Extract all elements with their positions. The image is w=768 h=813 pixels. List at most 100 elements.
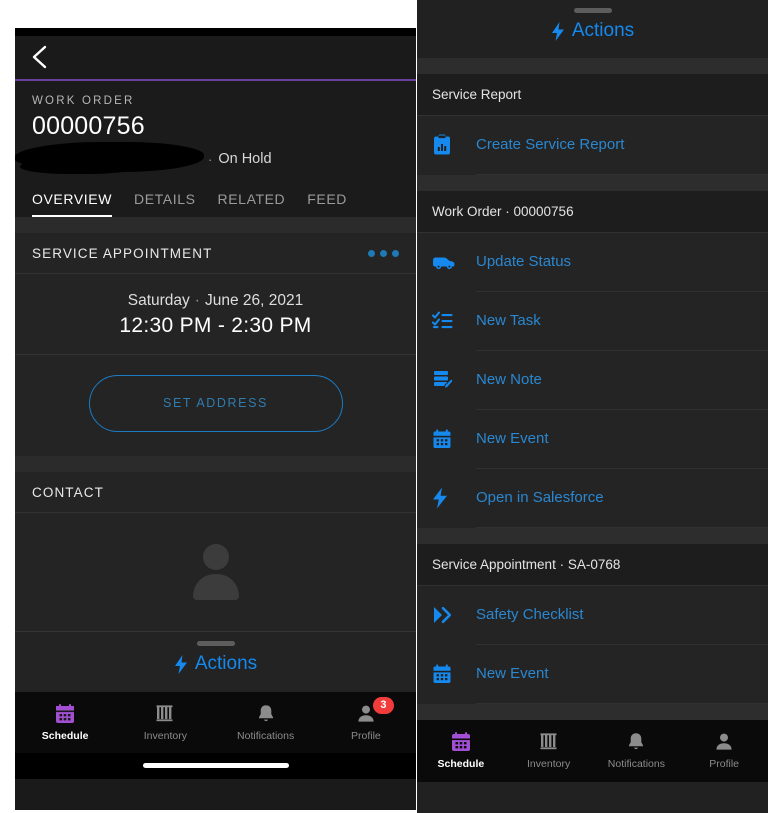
status-badge: On Hold [218,151,272,167]
section-gap [15,217,416,233]
appointment-date-separator: · [194,292,200,309]
tab-related[interactable]: RELATED [218,178,286,217]
action-row-update-status[interactable]: Update Status [417,232,768,292]
home-indicator[interactable] [142,763,289,768]
action-label: Update Status [476,232,768,292]
action-row-create-service-report[interactable]: Create Service Report [417,115,768,175]
clipboard-chart-icon [432,134,462,156]
calendar-icon [15,701,115,727]
calendar-icon [432,663,462,685]
tab-overview[interactable]: OVERVIEW [32,178,113,217]
contact-card: CONTACT [15,472,416,631]
bell-icon [216,701,316,727]
inventory-icon [505,729,593,755]
contact-card-header: CONTACT [15,472,416,513]
checklist-icon [432,311,462,331]
tab-profile[interactable]: 3 Profile [316,696,416,742]
tab-profile-label: Profile [350,729,381,742]
record-tabs: OVERVIEW DETAILS RELATED FEED [15,178,416,217]
double-chevron-right-icon [432,606,462,624]
action-row-new-task[interactable]: New Task [417,291,768,351]
bell-icon [593,729,681,755]
record-separator: · [208,151,213,167]
section-gap-bottom [417,703,768,720]
action-label: New Event [476,409,768,469]
lightning-bolt-icon [432,487,462,509]
action-label: Safety Checklist [476,585,768,645]
action-label: Create Service Report [476,115,768,175]
appointment-date-line: Saturday · June 26, 2021 [15,292,416,310]
person-placeholder-icon [188,544,244,600]
redaction-blob [15,142,204,174]
action-row-safety-checklist[interactable]: Safety Checklist [417,585,768,645]
tab-profile-label: Profile [709,757,739,770]
chevron-left-icon[interactable] [29,44,49,70]
bottom-tab-bar: Schedule Inventory [417,719,768,782]
calendar-icon [432,428,462,450]
appointment-date: June 26, 2021 [204,292,304,309]
navigation-bar [15,36,416,79]
service-appointment-card: SERVICE APPOINTMENT Saturday · June 26, 20… [15,233,416,456]
tab-notifications-label: Notifications [237,729,295,742]
lightning-bolt-icon [551,21,565,41]
tab-inventory-label: Inventory [143,729,187,742]
tab-inventory[interactable]: Inventory [505,729,593,770]
lightning-bolt-icon [174,654,188,674]
actions-title: Actions [571,20,635,41]
action-label: New Event [476,644,768,704]
tab-feed[interactable]: FEED [307,178,347,217]
service-appointment-card-header: SERVICE APPOINTMENT [15,233,416,274]
appointment-day: Saturday [127,292,190,309]
tab-notifications[interactable]: Notifications [593,729,681,770]
person-icon [316,701,416,727]
actions-title-group: Actions [551,20,634,42]
record-type-label: WORK ORDER [32,95,135,107]
tab-notifications[interactable]: Notifications [216,701,316,742]
action-row-new-event[interactable]: New Event [417,409,768,469]
record-number: 00000756 [32,112,145,140]
inventory-icon [115,701,215,727]
action-row-open-in-salesforce[interactable]: Open in Salesforce [417,468,768,528]
set-address-button[interactable]: SET ADDRESS [88,375,343,432]
action-label: New Task [476,291,768,351]
action-row-new-event-appointment[interactable]: New Event [417,644,768,704]
actions-sheet-header: Actions [417,0,768,58]
sheet-grabber[interactable] [196,641,235,646]
tab-inventory[interactable]: Inventory [115,701,215,742]
actions-label-group[interactable]: Actions [174,653,257,675]
sheet-grabber[interactable] [573,8,612,13]
contact-card-title: CONTACT [32,485,104,500]
work-order-detail-screen: WORK ORDER 00000756 · On Hold OVERVIEW D… [15,28,416,810]
tab-schedule[interactable]: Schedule [15,701,115,742]
tab-profile[interactable]: Profile [680,729,768,770]
section-header-service-appointment: Service Appointment · SA-0768 [417,543,768,586]
section-gap-top [417,57,768,74]
section-gap-2 [15,456,416,472]
profile-badge: 3 [372,696,394,714]
action-label: Open in Salesforce [476,468,768,528]
actions-sheet-handle[interactable]: Actions [15,631,416,692]
status-bar [15,28,416,36]
action-row-new-note[interactable]: New Note [417,350,768,410]
record-subline: · On Hold [15,142,399,174]
calendar-icon [417,729,505,755]
more-horizontal-icon[interactable] [368,250,399,257]
actions-sheet-screen: Actions Service Report Create Service Re… [417,0,768,813]
appointment-time-range: 12:30 PM - 2:30 PM [119,314,312,337]
section-gap-1 [417,174,768,191]
tab-notifications-label: Notifications [607,757,665,770]
record-header: WORK ORDER 00000756 · On Hold [15,81,416,178]
tab-inventory-label: Inventory [527,757,571,770]
actions-label: Actions [194,653,258,674]
section-gap-2 [417,527,768,544]
appointment-datetime: Saturday · June 26, 2021 12:30 PM - 2:30 P… [15,274,416,355]
person-icon [680,729,768,755]
bottom-tab-bar: Schedule Inventory [15,691,416,753]
action-label: New Note [476,350,768,410]
tab-details[interactable]: DETAILS [134,178,196,217]
tab-schedule[interactable]: Schedule [417,729,505,770]
tab-schedule-label: Schedule [41,729,89,742]
contact-body [15,513,416,631]
section-header-work-order: Work Order · 00000756 [417,190,768,233]
section-header-service-report: Service Report [417,73,768,116]
